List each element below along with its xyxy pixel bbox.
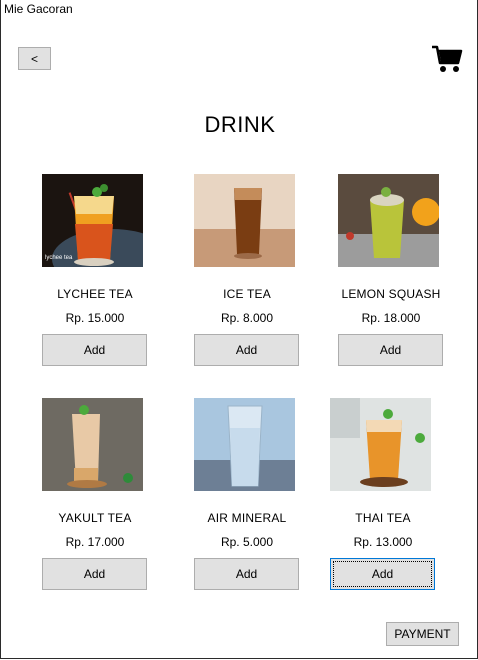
add-lychee-tea-button[interactable]: Add [42,334,147,366]
air-mineral-image [194,398,295,491]
product-name: YAKULT TEA [58,511,132,525]
add-button-label: Add [235,567,258,581]
product-card-lemon-squash: LEMON SQUASH Rp. 18.000 Add [312,174,452,374]
product-price: Rp. 13.000 [353,535,413,549]
page-title: DRINK [204,112,276,137]
lychee-tea-image: lychee tea [42,174,143,267]
product-card-air-mineral: AIR MINERAL Rp. 5.000 Add [168,398,308,598]
lychee-tea-image-caption: lychee tea [45,255,73,261]
product-name: THAI TEA [355,511,411,525]
ice-tea-image [194,174,295,267]
add-yakult-tea-button[interactable]: Add [42,558,147,590]
product-card-lychee-tea: lychee tea LYCHEE TEA Rp. 15.000 Add [16,174,156,374]
add-thai-tea-button[interactable]: Add [330,558,435,590]
add-ice-tea-button[interactable]: Add [194,334,299,366]
product-price: Rp. 8.000 [220,311,274,325]
add-air-mineral-button[interactable]: Add [194,558,299,590]
payment-button[interactable]: PAYMENT [386,622,459,646]
product-name: LEMON SQUASH [341,287,441,301]
back-button[interactable]: < [18,47,51,70]
product-price: Rp. 15.000 [65,311,125,325]
window-title: Mie Gacoran [4,2,73,16]
add-button-label: Add [371,567,394,581]
add-button-label: Add [235,343,258,357]
lemon-squash-image [338,174,439,267]
payment-button-label: PAYMENT [394,627,451,641]
add-button-label: Add [83,343,106,357]
add-button-label: Add [83,567,106,581]
app-window: Mie Gacoran < DRINK lychee tea LYCHEE TE… [0,0,478,659]
product-card-yakult-tea: YAKULT TEA Rp. 17.000 Add [16,398,156,598]
product-price: Rp. 5.000 [220,535,274,549]
product-price: Rp. 17.000 [65,535,125,549]
product-name: AIR MINERAL [207,511,287,525]
thai-tea-image [330,398,431,491]
yakult-tea-image [42,398,143,491]
product-name: ICE TEA [223,287,271,301]
product-price: Rp. 18.000 [361,311,421,325]
title-bar: Mie Gacoran [1,0,477,18]
product-card-ice-tea: ICE TEA Rp. 8.000 Add [168,174,308,374]
product-name: LYCHEE TEA [57,287,133,301]
product-card-thai-tea: THAI TEA Rp. 13.000 Add [304,398,444,598]
add-lemon-squash-button[interactable]: Add [338,334,443,366]
add-button-label: Add [379,343,402,357]
back-button-label: < [30,51,38,66]
shopping-cart-icon[interactable] [431,44,463,74]
